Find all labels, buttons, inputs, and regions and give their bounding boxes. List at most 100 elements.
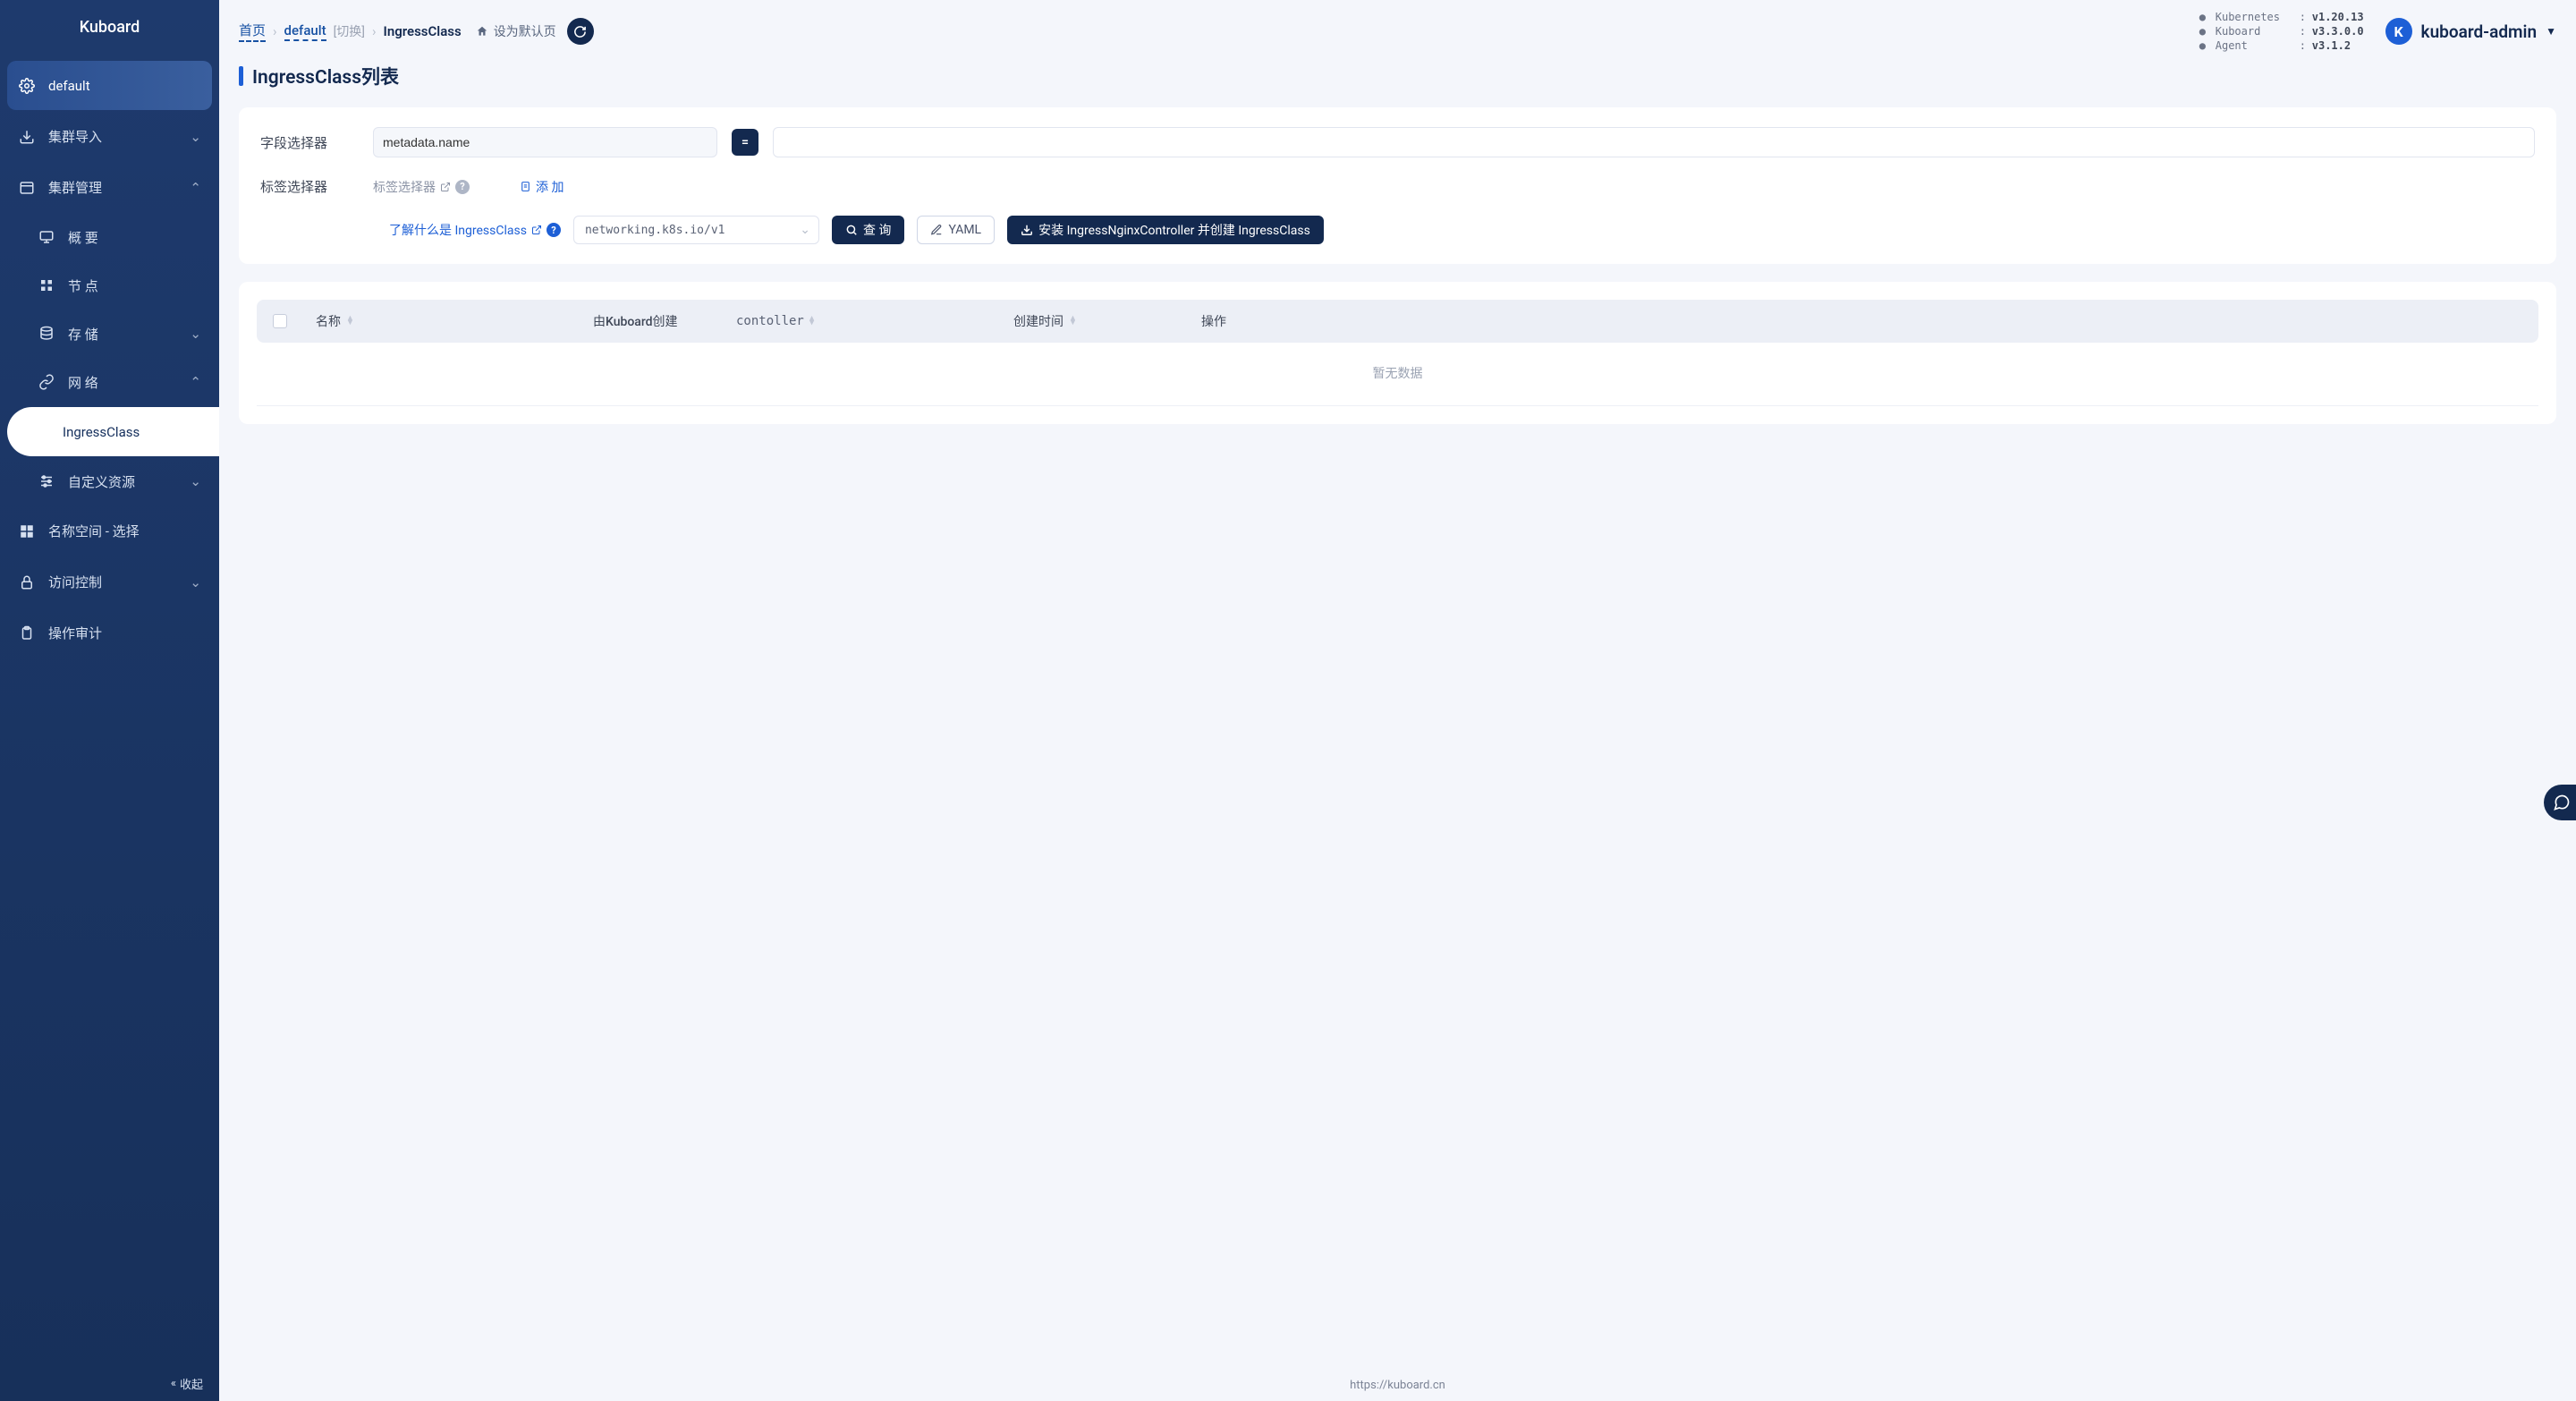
breadcrumb-home[interactable]: 首页 xyxy=(239,21,266,42)
column-label: 名称 xyxy=(316,312,341,330)
window-icon xyxy=(18,180,36,196)
sort-icon: ▲▼ xyxy=(1069,317,1077,326)
collapse-label: 收起 xyxy=(180,1375,203,1392)
column-label: 创建时间 xyxy=(1013,312,1063,330)
sidebar-item-label: 节 点 xyxy=(68,276,98,295)
filter-card: 字段选择器 = 标签选择器 标签选择器 ? 添 加 xyxy=(239,107,2556,264)
set-default-page[interactable]: 设为默认页 xyxy=(476,22,556,40)
sidebar-item-overview[interactable]: 概 要 xyxy=(7,214,212,260)
select-all-checkbox[interactable] xyxy=(273,314,287,328)
home-icon xyxy=(476,25,488,38)
sidebar-item-label: 访问控制 xyxy=(48,573,102,591)
chevron-down-icon: ⌄ xyxy=(190,473,201,489)
sort-icon: ▲▼ xyxy=(346,317,354,326)
version-name: Agent xyxy=(2216,39,2296,52)
sidebar-item-label: 集群管理 xyxy=(48,178,102,197)
sidebar-item-label: 存 储 xyxy=(68,325,98,344)
chevron-up-icon: ⌃ xyxy=(190,180,201,196)
column-created-at[interactable]: 创建时间 ▲▼ xyxy=(1013,312,1192,330)
install-label: 安装 IngressNginxController 并创建 IngressCla… xyxy=(1038,221,1310,239)
bullet-icon: ● xyxy=(2199,11,2212,23)
caret-down-icon: ▼ xyxy=(2546,25,2556,38)
sidebar-item-cluster-import[interactable]: 集群导入 ⌄ xyxy=(7,112,212,161)
sidebar-item-cluster-manage[interactable]: 集群管理 ⌃ xyxy=(7,163,212,212)
chevron-up-icon: ⌃ xyxy=(190,374,201,390)
version-name: Kuboard xyxy=(2216,25,2296,38)
version-name: Kubernetes xyxy=(2216,11,2296,23)
field-selector-key-input[interactable] xyxy=(373,127,717,157)
database-icon xyxy=(38,326,55,342)
brand-logo[interactable]: Kuboard xyxy=(0,0,219,54)
sort-icon: ▲▼ xyxy=(809,317,814,326)
help-icon: ? xyxy=(455,180,470,194)
monitor-icon xyxy=(38,229,55,245)
user-name: kuboard-admin xyxy=(2421,21,2538,42)
sidebar: Kuboard default 集群导入 ⌄ 集群管理 ⌃ 概 要 xyxy=(0,0,219,1401)
main-content: 首页 › default [切换] › IngressClass 设为默认页 ●… xyxy=(219,0,2576,1401)
download-icon xyxy=(1021,224,1033,236)
sidebar-item-default[interactable]: default xyxy=(7,61,212,110)
yaml-label: YAML xyxy=(948,223,981,237)
sliders-icon xyxy=(38,473,55,489)
add-label-link[interactable]: 添 加 xyxy=(520,178,564,196)
sidebar-item-label: IngressClass xyxy=(63,424,140,440)
column-controller[interactable]: contoller ▲▼ xyxy=(736,314,1004,328)
sidebar-item-label: 网 络 xyxy=(68,373,98,392)
sidebar-collapse[interactable]: « 收起 xyxy=(0,1365,219,1401)
sidebar-item-nodes[interactable]: 节 点 xyxy=(7,262,212,309)
external-link-icon xyxy=(440,182,451,192)
breadcrumb-namespace[interactable]: default xyxy=(284,22,326,41)
gear-icon xyxy=(18,78,36,94)
sidebar-item-access[interactable]: 访问控制 ⌄ xyxy=(7,557,212,607)
breadcrumb-switch[interactable]: [切换] xyxy=(334,22,365,40)
column-label: 由Kuboard创建 xyxy=(593,312,678,330)
sidebar-item-crd[interactable]: 自定义资源 ⌄ xyxy=(7,458,212,505)
column-label: contoller xyxy=(736,314,804,328)
breadcrumb: 首页 › default [切换] › IngressClass xyxy=(239,21,462,42)
chevron-left-icon: « xyxy=(171,1377,176,1390)
footer-link[interactable]: https://kuboard.cn xyxy=(219,1373,2576,1401)
nav-menu: default 集群导入 ⌄ 集群管理 ⌃ 概 要 节 点 xyxy=(0,54,219,1365)
version-value: v3.3.0.0 xyxy=(2312,25,2364,38)
column-created-by: 由Kuboard创建 xyxy=(593,312,727,330)
chat-button[interactable] xyxy=(2544,785,2576,820)
label-selector-hint[interactable]: 标签选择器 ? xyxy=(373,178,470,196)
sidebar-item-label: default xyxy=(48,78,90,94)
action-row: 了解什么是 IngressClass ? ⌄ 查 询 YAML xyxy=(260,216,2535,244)
apps-icon xyxy=(18,523,36,539)
chevron-down-icon: ⌄ xyxy=(190,574,201,590)
field-selector-row: 字段选择器 = xyxy=(260,127,2535,157)
learn-link[interactable]: 了解什么是 IngressClass ? xyxy=(389,221,561,239)
sidebar-item-label: 概 要 xyxy=(68,228,98,247)
sidebar-item-network[interactable]: 网 络 ⌃ xyxy=(7,359,212,405)
user-menu[interactable]: K kuboard-admin ▼ xyxy=(2385,18,2556,45)
version-value: v3.1.2 xyxy=(2312,39,2364,52)
query-label: 查 询 xyxy=(863,221,891,239)
yaml-button[interactable]: YAML xyxy=(917,216,995,244)
chevron-down-icon: ⌄ xyxy=(190,129,201,145)
sidebar-item-storage[interactable]: 存 储 ⌄ xyxy=(7,310,212,357)
sidebar-item-label: 集群导入 xyxy=(48,127,102,146)
help-icon: ? xyxy=(547,223,561,237)
table-header: 名称 ▲▼ 由Kuboard创建 contoller ▲▼ 创建时间 ▲▼ xyxy=(257,300,2538,343)
column-label: 操作 xyxy=(1201,312,1226,330)
clipboard-icon xyxy=(18,625,36,641)
sidebar-item-namespace[interactable]: 名称空间 - 选择 xyxy=(7,506,212,556)
add-label-text: 添 加 xyxy=(536,178,564,196)
sidebar-item-ingressclass[interactable]: IngressClass xyxy=(7,407,219,456)
sidebar-item-audit[interactable]: 操作审计 xyxy=(7,608,212,658)
refresh-button[interactable] xyxy=(567,18,594,45)
field-selector-value-input[interactable] xyxy=(773,127,2535,157)
lock-icon xyxy=(18,574,36,590)
set-default-label: 设为默认页 xyxy=(494,22,556,40)
learn-link-text: 了解什么是 IngressClass xyxy=(389,221,527,239)
query-button[interactable]: 查 询 xyxy=(832,216,904,244)
column-name[interactable]: 名称 ▲▼ xyxy=(316,312,584,330)
api-version-input[interactable] xyxy=(573,216,819,244)
api-version-select[interactable]: ⌄ xyxy=(573,216,819,244)
chevron-right-icon: › xyxy=(372,23,377,39)
equals-button[interactable]: = xyxy=(732,129,758,156)
topbar: 首页 › default [切换] › IngressClass 设为默认页 ●… xyxy=(219,0,2576,63)
title-accent xyxy=(239,66,243,86)
install-button[interactable]: 安装 IngressNginxController 并创建 IngressCla… xyxy=(1007,216,1324,244)
